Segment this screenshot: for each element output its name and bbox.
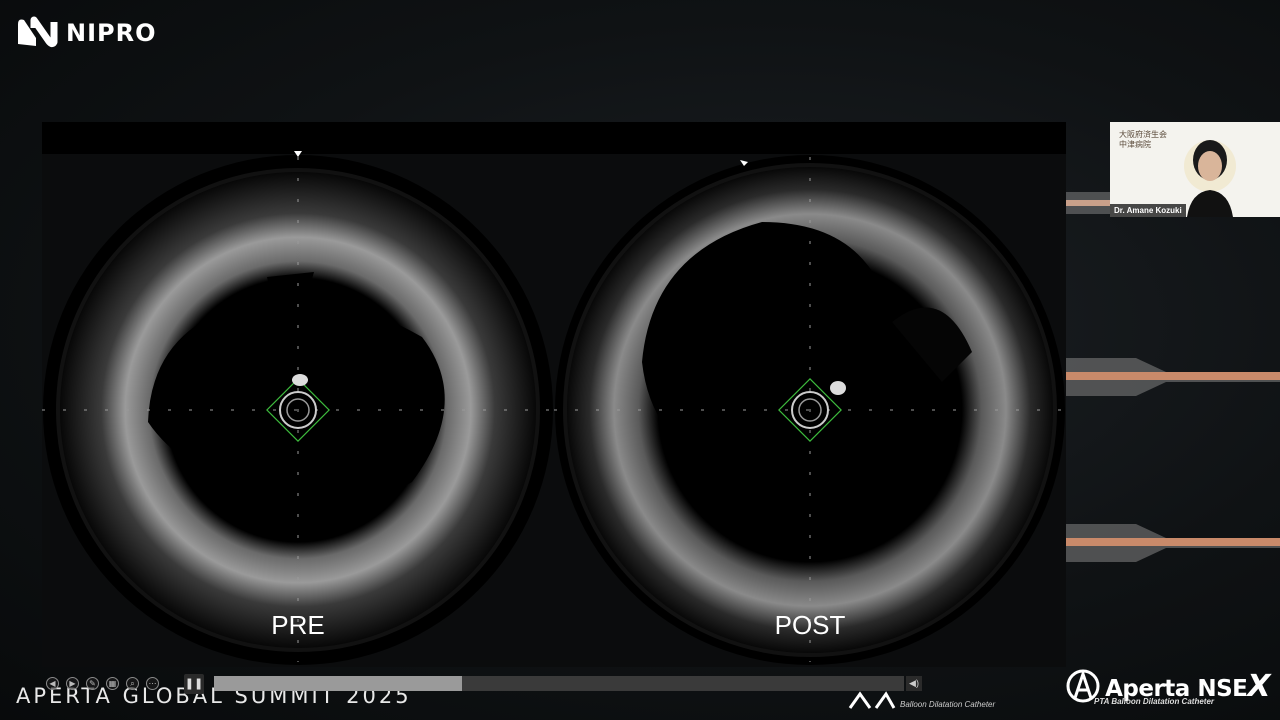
zoom-icon[interactable]: ⌕ xyxy=(126,677,139,690)
brand-logo-small xyxy=(848,691,896,709)
pause-button[interactable]: ❚❚ xyxy=(184,674,204,694)
speaker-name-tag: Dr. Amane Kozuki xyxy=(1110,204,1186,217)
speaker-avatar xyxy=(1187,140,1233,217)
pre-label: PRE xyxy=(271,610,325,640)
oct-images xyxy=(42,151,1066,665)
speaker-video-feed[interactable]: 大阪府済生会 中津病院 Dr. Amane Kozuki xyxy=(1110,122,1280,217)
catheter-image-3 xyxy=(1066,524,1280,562)
org-name: 大阪府済生会 中津病院 xyxy=(1119,130,1167,150)
more-icon[interactable]: ⋯ xyxy=(146,677,159,690)
pre-oct-image xyxy=(42,151,554,665)
post-label: POST xyxy=(774,610,846,640)
previous-icon[interactable]: ◀ xyxy=(46,677,59,690)
org-line-2: 中津病院 xyxy=(1119,140,1151,149)
nipro-logo-icon xyxy=(18,16,58,48)
brand-tagline-secondary: Balloon Dilatation Catheter xyxy=(900,700,996,709)
brand-tagline: PTA Balloon Dilatation Catheter xyxy=(1094,697,1215,706)
progress-fill xyxy=(214,676,463,691)
logo-text: NIPRO xyxy=(66,19,157,47)
volume-icon[interactable]: ◀) xyxy=(906,676,922,691)
progress-bar[interactable] xyxy=(214,676,904,691)
player-controls: ◀ ▶ ✎ ▦ ⌕ ⋯ ❚❚ ◀) xyxy=(44,674,1064,694)
slides-icon[interactable]: ▦ xyxy=(106,677,119,690)
nipro-logo: NIPRO xyxy=(14,14,157,52)
pen-icon[interactable]: ✎ xyxy=(86,677,99,690)
org-line-1: 大阪府済生会 xyxy=(1119,130,1167,139)
catheter-image-2 xyxy=(1066,358,1280,396)
slide-area: PRE POST xyxy=(42,122,1066,667)
post-oct-image xyxy=(554,155,1066,665)
next-icon[interactable]: ▶ xyxy=(66,677,79,690)
